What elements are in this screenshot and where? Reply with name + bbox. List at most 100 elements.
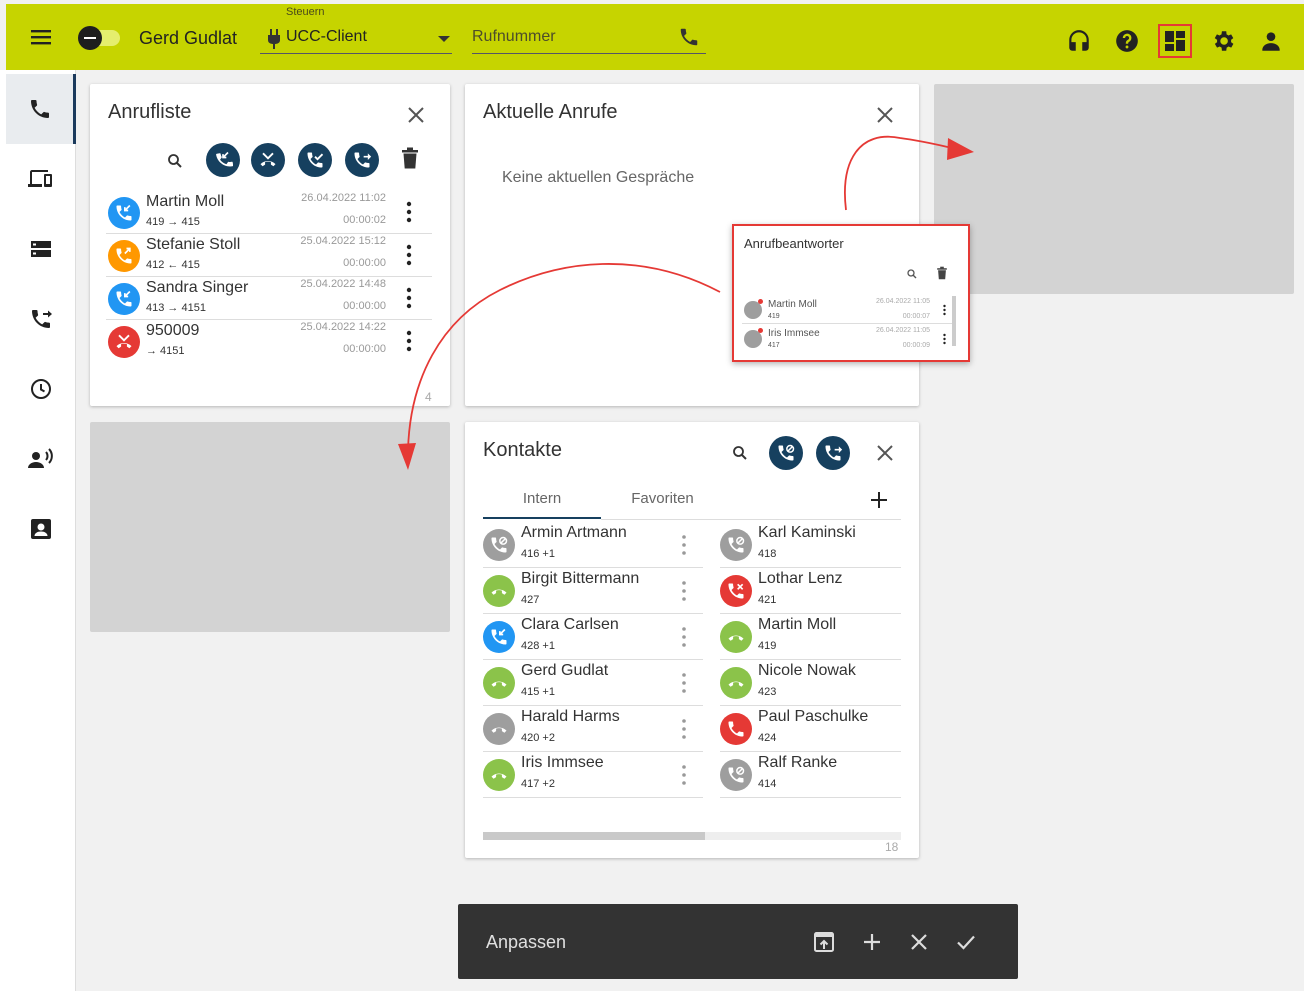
voicemail-date: 26.04.2022 11:05 bbox=[876, 298, 930, 305]
more-vert-icon[interactable] bbox=[681, 672, 687, 694]
trash-icon[interactable] bbox=[400, 147, 420, 169]
call-route: 413 → 4151 bbox=[146, 302, 206, 314]
missed-call-icon bbox=[108, 326, 140, 358]
search-icon[interactable] bbox=[906, 268, 918, 280]
close-icon[interactable] bbox=[875, 105, 895, 125]
call-route: 419 → 415 bbox=[146, 216, 200, 228]
settings-button[interactable] bbox=[1206, 24, 1240, 58]
contact-item[interactable]: Nicole Nowak 423 bbox=[720, 660, 901, 706]
contact-item[interactable]: Paul Paschulke 424 bbox=[720, 706, 901, 752]
tab-intern[interactable]: Intern bbox=[483, 490, 601, 507]
scrollbar[interactable] bbox=[952, 296, 956, 346]
tab-favoriten[interactable]: Favoriten bbox=[605, 490, 720, 507]
scrollbar-thumb[interactable] bbox=[483, 832, 705, 840]
empty-widget-slot[interactable] bbox=[90, 422, 450, 632]
contact-name: Iris Immsee bbox=[521, 754, 604, 771]
sidebar-item-calls[interactable] bbox=[6, 74, 76, 144]
list-item[interactable]: Stefanie Stoll 412 ← 415 25.04.2022 15:1… bbox=[106, 235, 432, 277]
trash-icon[interactable] bbox=[936, 266, 948, 280]
headset-button[interactable] bbox=[1062, 24, 1096, 58]
voicemail-preview-popup: Anrufbeantworter Martin Moll 419 26.04.2… bbox=[732, 224, 970, 362]
phone-number-input[interactable] bbox=[472, 28, 672, 46]
list-item[interactable]: Martin Moll 419 → 415 26.04.2022 11:02 0… bbox=[106, 192, 432, 234]
account-button[interactable] bbox=[1254, 24, 1288, 58]
more-vert-icon[interactable] bbox=[681, 626, 687, 648]
dnd-toggle[interactable] bbox=[78, 26, 122, 50]
sidebar-item-voice[interactable] bbox=[6, 424, 76, 494]
filter-incoming-button[interactable] bbox=[206, 143, 240, 177]
filter-answered-button[interactable] bbox=[298, 143, 332, 177]
list-item[interactable]: Sandra Singer 413 → 4151 25.04.2022 14:4… bbox=[106, 278, 432, 320]
contact-extension: 417 +2 bbox=[521, 778, 555, 790]
contact-item[interactable]: Harald Harms 420 +2 bbox=[483, 706, 703, 752]
list-item[interactable]: 950009 → 4151 25.04.2022 14:22 00:00:00 bbox=[106, 321, 432, 363]
client-select[interactable]: UCC-Client bbox=[260, 24, 452, 54]
sidebar-item-history[interactable] bbox=[6, 354, 76, 424]
voicemail-number: 419 bbox=[768, 313, 780, 320]
filter-dnd-button[interactable] bbox=[769, 436, 803, 470]
layout-button[interactable] bbox=[1158, 24, 1192, 58]
more-vert-icon[interactable] bbox=[681, 764, 687, 786]
search-icon[interactable] bbox=[166, 152, 184, 170]
incoming-call-icon bbox=[108, 283, 140, 315]
contacts-card: Kontakte Intern Favoriten Armin Artmann 4… bbox=[465, 422, 919, 858]
call-count: 4 bbox=[425, 390, 432, 404]
close-icon[interactable] bbox=[406, 105, 426, 125]
contact-item[interactable]: Gerd Gudlat 415 +1 bbox=[483, 660, 703, 706]
sidebar-item-contacts[interactable] bbox=[6, 494, 76, 564]
more-vert-icon[interactable] bbox=[681, 534, 687, 556]
more-vert-icon[interactable] bbox=[681, 580, 687, 602]
contact-item[interactable]: Lothar Lenz 421 bbox=[720, 568, 901, 614]
contact-status-icon bbox=[720, 529, 752, 561]
contact-extension: 424 bbox=[758, 732, 777, 744]
sidebar-item-devices[interactable] bbox=[6, 144, 76, 214]
devices-icon bbox=[28, 170, 52, 187]
contact-name: Gerd Gudlat bbox=[521, 662, 609, 679]
search-icon[interactable] bbox=[731, 444, 749, 462]
import-layout-icon[interactable] bbox=[812, 930, 836, 954]
phone-number-field[interactable] bbox=[472, 24, 706, 54]
more-vert-icon[interactable] bbox=[406, 330, 412, 352]
add-icon[interactable] bbox=[869, 490, 889, 510]
filter-forwarded-button[interactable] bbox=[345, 143, 379, 177]
contact-item[interactable]: Iris Immsee 417 +2 bbox=[483, 752, 703, 798]
sidebar-item-storage[interactable] bbox=[6, 214, 76, 284]
voicemail-item[interactable]: Iris Immsee 417 26.04.2022 11:05 00:00:0… bbox=[742, 325, 952, 353]
menu-icon[interactable] bbox=[30, 26, 52, 48]
filter-missed-button[interactable] bbox=[251, 143, 285, 177]
check-icon[interactable] bbox=[954, 930, 978, 954]
voicemail-item[interactable]: Martin Moll 419 26.04.2022 11:05 00:00:0… bbox=[742, 296, 952, 324]
more-vert-icon[interactable] bbox=[943, 333, 946, 345]
contact-item[interactable]: Karl Kaminski 418 bbox=[720, 522, 901, 568]
help-button[interactable] bbox=[1110, 24, 1144, 58]
contact-extension: 420 +2 bbox=[521, 732, 555, 744]
more-vert-icon[interactable] bbox=[681, 718, 687, 740]
contact-status-icon bbox=[720, 667, 752, 699]
unread-dot bbox=[758, 328, 763, 333]
horizontal-scrollbar[interactable] bbox=[483, 832, 901, 840]
storage-icon bbox=[31, 241, 51, 257]
tab-divider bbox=[601, 519, 901, 520]
more-vert-icon[interactable] bbox=[406, 201, 412, 223]
incoming-call-icon bbox=[108, 197, 140, 229]
contact-item[interactable]: Birgit Bittermann 427 bbox=[483, 568, 703, 614]
header-actions bbox=[1062, 24, 1288, 58]
contact-name: Karl Kaminski bbox=[758, 524, 856, 541]
add-icon[interactable] bbox=[860, 930, 884, 954]
contact-item[interactable]: Clara Carlsen 428 +1 bbox=[483, 614, 703, 660]
filter-forward-button[interactable] bbox=[816, 436, 850, 470]
contact-item[interactable]: Ralf Ranke 414 bbox=[720, 752, 901, 798]
empty-widget-slot[interactable] bbox=[934, 84, 1294, 294]
dial-phone-icon[interactable] bbox=[678, 26, 700, 48]
contact-item[interactable]: Martin Moll 419 bbox=[720, 614, 901, 660]
close-icon[interactable] bbox=[907, 930, 931, 954]
sidebar-item-forwarding[interactable] bbox=[6, 284, 76, 354]
more-vert-icon[interactable] bbox=[943, 304, 946, 316]
contact-name: Martin Moll bbox=[758, 616, 837, 633]
contact-name: Harald Harms bbox=[521, 708, 620, 725]
more-vert-icon[interactable] bbox=[406, 244, 412, 266]
close-icon[interactable] bbox=[875, 443, 895, 463]
more-vert-icon[interactable] bbox=[406, 287, 412, 309]
voicemail-duration: 00:00:07 bbox=[902, 313, 930, 320]
contact-item[interactable]: Armin Artmann 416 +1 bbox=[483, 522, 703, 568]
